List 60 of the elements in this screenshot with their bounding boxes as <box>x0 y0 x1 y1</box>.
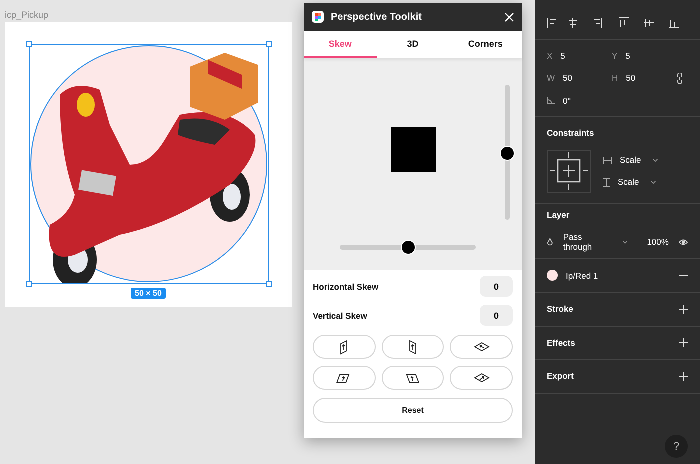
fill-style-name[interactable]: Ip/Red 1 <box>566 270 671 280</box>
section-title: Layer <box>547 210 571 220</box>
help-button[interactable]: ? <box>665 435 688 458</box>
number-field[interactable]: 0° <box>563 96 572 106</box>
skew-shape-icon <box>408 340 417 354</box>
skew-preset-button[interactable] <box>450 366 513 390</box>
number-field[interactable]: 0 <box>480 276 513 297</box>
section-title: Export <box>547 371 575 382</box>
plugin-title: Perspective Toolkit <box>331 12 423 22</box>
dropdown[interactable]: Pass through <box>563 232 609 252</box>
skew-preset-button[interactable] <box>382 366 444 390</box>
section-title: Stroke <box>547 304 574 314</box>
vertical-constraint-icon <box>603 178 610 186</box>
dropdown[interactable]: Scale <box>618 177 640 187</box>
section-title: Constraints <box>547 128 596 138</box>
close-icon[interactable] <box>505 12 514 22</box>
blend-mode-icon <box>547 238 554 246</box>
frame-label: icp_Pickup <box>5 10 49 22</box>
angle-icon <box>547 96 555 104</box>
number-field[interactable]: 0 <box>480 305 513 326</box>
field-label: H <box>612 73 618 83</box>
size-label: 50 × 50 <box>131 288 166 299</box>
app-logo-icon <box>312 11 324 23</box>
chevron-down-icon <box>653 158 658 162</box>
field-label: Vertical Skew <box>313 310 368 320</box>
slider-thumb[interactable] <box>500 146 515 160</box>
tab[interactable]: Corners <box>449 31 522 58</box>
field-label: X <box>547 50 553 60</box>
skew-shape-icon <box>474 370 490 386</box>
number-field[interactable]: 5 <box>626 50 630 60</box>
add-icon[interactable] <box>679 338 688 348</box>
eye-icon <box>678 238 688 246</box>
tab[interactable]: Skew <box>304 31 377 58</box>
add-icon[interactable] <box>679 372 688 381</box>
field-label: Horizontal Skew <box>313 282 379 292</box>
reset-button[interactable]: Reset <box>313 398 513 423</box>
skew-preset-button[interactable] <box>313 335 376 359</box>
skew-shape-icon <box>340 340 348 354</box>
chevron-down-icon <box>622 240 628 244</box>
opacity-value[interactable]: 100% <box>647 237 669 247</box>
number-field[interactable]: 50 <box>563 73 572 83</box>
color-swatch[interactable] <box>547 270 558 281</box>
horizontal-constraint-icon <box>603 156 612 164</box>
skew-preset-button[interactable] <box>313 366 376 390</box>
field-label: Y <box>612 50 618 60</box>
minus-icon <box>679 274 688 276</box>
chevron-down-icon <box>651 180 656 184</box>
dropdown[interactable]: Scale <box>620 155 642 165</box>
skew-shape-icon <box>474 340 490 354</box>
number-field[interactable]: 5 <box>560 50 566 60</box>
preview-square <box>390 126 436 172</box>
link-icon <box>677 72 683 84</box>
field-label: W <box>547 73 556 83</box>
add-icon[interactable] <box>679 304 688 314</box>
tab[interactable]: 3D <box>376 31 450 58</box>
constraint-widget[interactable] <box>547 150 591 192</box>
section-title: Effects <box>547 338 576 348</box>
skew-preset-button[interactable] <box>382 335 444 359</box>
number-field[interactable]: 50 <box>626 73 636 83</box>
slider-thumb[interactable] <box>401 240 416 255</box>
